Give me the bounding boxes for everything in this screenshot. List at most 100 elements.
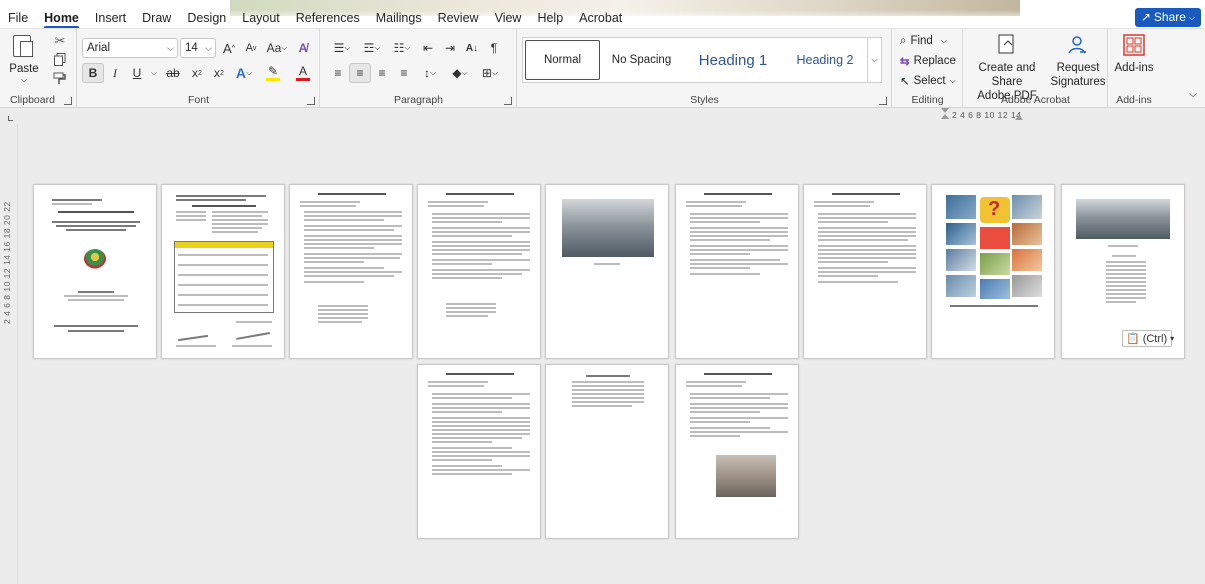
text-effects-button[interactable]: A ⌵ [230, 63, 258, 83]
highlighter-icon: ✎ [267, 64, 279, 78]
align-left-icon[interactable]: ≡ [327, 63, 349, 83]
shading-icon[interactable]: ◆ ⌵ [445, 63, 475, 83]
menu-bar: File Home Insert Draw Design Layout Refe… [0, 0, 1205, 29]
share-button[interactable]: ↗ Share ⌵ [1134, 8, 1201, 27]
clear-formatting-icon[interactable]: A̸ [292, 38, 314, 58]
shrink-font-button[interactable]: Av [240, 38, 262, 58]
chevron-down-icon[interactable]: ⌵ [148, 63, 160, 83]
request-signatures-button[interactable]: Request Signatures [1050, 33, 1106, 89]
schedule-table [174, 241, 274, 313]
bold-button[interactable]: B [82, 63, 104, 83]
tab-mailings[interactable]: Mailings [368, 9, 430, 27]
style-heading-1[interactable]: Heading 1 [681, 38, 785, 82]
cut-icon[interactable]: ✂ [52, 33, 68, 49]
increase-indent-icon[interactable]: ⇥ [439, 38, 461, 58]
page-thumbnail[interactable] [417, 184, 541, 359]
tab-insert[interactable]: Insert [87, 9, 134, 27]
style-normal[interactable]: Normal [525, 40, 600, 80]
chevron-down-icon: ⌵ [871, 55, 878, 64]
meeting-photo [562, 199, 654, 257]
vertical-ruler[interactable]: 2 4 6 8 10 12 14 16 18 20 22 [0, 124, 18, 584]
meeting-photo [716, 455, 776, 497]
cursor-icon: ↖ [900, 76, 910, 88]
tab-view[interactable]: View [487, 9, 530, 27]
acrobat-group: Create and Share Adobe PDF Request Signa… [964, 29, 1108, 109]
addins-button[interactable]: Add-ins [1111, 33, 1157, 75]
paragraph-group: ☰ ⌵ ☲ ⌵ ☷ ⌵ ⇤ ⇥ A↓ ¶ ≡ ≡ ≡ ≡ ↕ ⌵ ◆ ⌵ ⊞ ⌵ Parag… [321, 29, 517, 109]
tab-help[interactable]: Help [529, 9, 571, 27]
format-painter-icon[interactable] [52, 71, 68, 87]
find-button[interactable]: ⌕ Find ⌵ [900, 32, 947, 50]
signature-icon [1068, 36, 1086, 54]
replace-button[interactable]: ⇆ Replace [900, 52, 956, 70]
page-thumbnail[interactable] [545, 184, 669, 359]
search-icon: ⌕ [900, 34, 907, 47]
styles-more-button[interactable]: ⌵ [868, 37, 882, 83]
horizontal-ruler[interactable]: 2 4 6 8 10 12 14 [0, 108, 1205, 124]
pilcrow-icon[interactable]: ¶ [483, 38, 505, 58]
superscript-button[interactable]: x2 [208, 63, 230, 83]
clipboard-launcher-icon[interactable] [64, 97, 72, 105]
line-spacing-icon[interactable]: ↕ ⌵ [415, 63, 445, 83]
page-thumbnail[interactable] [545, 364, 669, 539]
page-thumbnail[interactable] [161, 184, 285, 359]
copy-icon[interactable] [52, 51, 68, 67]
paragraph-launcher-icon[interactable] [504, 97, 512, 105]
tab-acrobat[interactable]: Acrobat [571, 9, 630, 27]
font-launcher-icon[interactable] [307, 97, 315, 105]
institution-logo [84, 249, 106, 269]
select-button[interactable]: ↖ Select ⌵ [900, 72, 956, 90]
decrease-indent-icon[interactable]: ⇤ [417, 38, 439, 58]
paste-button[interactable]: Paste ⌵ [4, 31, 44, 87]
highlight-color-button[interactable]: ✎ [258, 63, 288, 83]
ribbon: Paste ⌵ ✂ Clipboard Arial ⌵ 14 ⌵ A ^ Av A… [0, 28, 1205, 109]
first-line-indent-marker[interactable] [941, 108, 949, 113]
strikethrough-button[interactable]: ab [160, 63, 186, 83]
share-icon: ↗ [1140, 10, 1151, 24]
tab-draw[interactable]: Draw [134, 9, 179, 27]
right-indent-marker[interactable] [1015, 115, 1023, 120]
paste-options-button[interactable]: 📋 (Ctrl) ▾ [1122, 330, 1174, 347]
align-center-icon[interactable]: ≡ [349, 63, 371, 83]
tab-selector-icon[interactable] [8, 116, 13, 121]
bullets-icon[interactable]: ☰ ⌵ [327, 38, 357, 58]
page-thumbnail[interactable] [675, 364, 799, 539]
page-thumbnail[interactable] [289, 184, 413, 359]
styles-launcher-icon[interactable] [879, 97, 887, 105]
change-case-button[interactable]: Aa ⌵ [262, 38, 292, 58]
multilevel-list-icon[interactable]: ☷ ⌵ [387, 38, 417, 58]
addins-group: Add-ins Add-ins [1109, 29, 1159, 109]
page-thumbnail[interactable] [675, 184, 799, 359]
tab-layout[interactable]: Layout [234, 9, 288, 27]
borders-icon[interactable]: ⊞ ⌵ [475, 63, 505, 83]
numbering-icon[interactable]: ☲ ⌵ [357, 38, 387, 58]
align-right-icon[interactable]: ≡ [371, 63, 393, 83]
hanging-indent-marker[interactable] [941, 114, 949, 119]
page-thumbnail[interactable] [417, 364, 541, 539]
font-name-select[interactable]: Arial ⌵ [82, 38, 178, 58]
italic-button[interactable]: I [104, 63, 126, 83]
page-thumbnail[interactable] [803, 184, 927, 359]
justify-icon[interactable]: ≡ [393, 63, 415, 83]
chevron-down-icon: ⌵ [20, 75, 28, 84]
meeting-photo [1076, 199, 1170, 239]
collapse-ribbon-icon[interactable]: ⌵ [1186, 87, 1200, 101]
tab-home[interactable]: Home [36, 9, 87, 29]
style-no-spacing[interactable]: No Spacing [602, 38, 681, 82]
underline-button[interactable]: U [126, 63, 148, 83]
sort-icon[interactable]: A↓ [461, 38, 483, 58]
tab-references[interactable]: References [288, 9, 368, 27]
subscript-button[interactable]: x2 [186, 63, 208, 83]
create-share-pdf-button[interactable]: Create and Share Adobe PDF [966, 33, 1048, 103]
page-thumbnail[interactable] [33, 184, 157, 359]
style-heading-2[interactable]: Heading 2 [785, 38, 865, 82]
chevron-down-icon: ⌵ [205, 43, 212, 53]
tab-review[interactable]: Review [430, 9, 487, 27]
page-thumbnail[interactable]: ? [931, 184, 1055, 359]
font-size-select[interactable]: 14 ⌵ [180, 38, 216, 58]
tab-file[interactable]: File [0, 9, 36, 27]
clipboard-icon [11, 33, 37, 61]
tab-design[interactable]: Design [179, 9, 234, 27]
grow-font-button[interactable]: A ^ [218, 38, 240, 58]
font-color-button[interactable]: A [288, 63, 318, 83]
